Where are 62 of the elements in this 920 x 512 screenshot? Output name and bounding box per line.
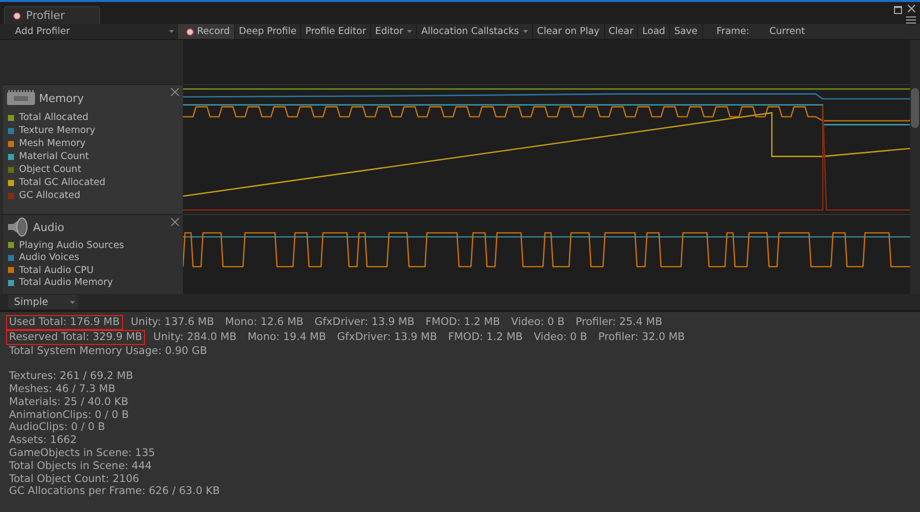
legend-label: Playing Audio Sources xyxy=(19,240,124,251)
module-title: Memory xyxy=(39,92,84,104)
scrollbar[interactable] xyxy=(910,40,920,294)
memory-stat: GfxDriver: 13.9 MB xyxy=(313,315,416,330)
memory-stat: Materials: 25 / 40.0 KB xyxy=(9,396,130,409)
maximize-icon[interactable] xyxy=(894,6,902,14)
profiler-module-panel[interactable]: Memory Total Allocated Texture Memory Mesh Memory Material Count Object Count Total GC Allocated GC Allocated xyxy=(0,84,183,214)
close-icon[interactable] xyxy=(171,88,179,96)
stopwatch-icon xyxy=(13,12,21,20)
stopwatch-icon xyxy=(186,28,194,36)
caret-icon xyxy=(70,300,75,304)
profiler-tab[interactable]: Profiler xyxy=(4,6,100,24)
legend-label: Audio Voices xyxy=(19,252,80,264)
memory-stat: Total Object Count: 2106 xyxy=(9,472,140,486)
caret-icon xyxy=(169,30,174,33)
module-title: Audio xyxy=(33,220,64,234)
memory-stat: Profiler: 25.4 MB xyxy=(574,315,664,330)
memory-stat: Assets: 1662 xyxy=(9,434,78,447)
memory-stat: Mono: 12.6 MB xyxy=(224,315,304,330)
frame-label: Frame: xyxy=(716,26,750,37)
legend-label: Total GC Allocated xyxy=(19,177,106,188)
toolbar-button[interactable]: Clear xyxy=(604,24,638,39)
memory-stat: Textures: 261 / 69.2 MB xyxy=(9,370,134,383)
memory-stat: AnimationClips: 0 / 0 B xyxy=(9,408,130,422)
legend-label: Total Audio CPU xyxy=(19,264,94,276)
close-icon[interactable] xyxy=(171,218,179,226)
memory-stat: Unity: 284.0 MB xyxy=(152,330,238,345)
frame-value: Current xyxy=(768,26,806,37)
memory-stat: Video: 0 B xyxy=(532,330,588,345)
memory-stat: Used Total: 176.9 MB xyxy=(6,315,123,330)
legend-label: Texture Memory xyxy=(19,125,96,136)
memory-stat: FMOD: 1.2 MB xyxy=(424,315,502,330)
memory-stat: GfxDriver: 13.9 MB xyxy=(336,330,438,345)
record-button[interactable]: Record xyxy=(178,24,235,39)
memory-stat: Total System Memory Usage: 0.90 GB xyxy=(9,344,208,358)
memory-stat: Profiler: 32.0 MB xyxy=(597,330,686,345)
chip-icon xyxy=(6,89,36,107)
profiler-module-panel[interactable]: Audio Playing Audio Sources Audio Voices Total Audio CPU Total Audio Memory xyxy=(0,214,183,294)
caret-icon xyxy=(523,30,528,33)
memory-stat: AudioClips: 0 / 0 B xyxy=(9,421,106,434)
memory-stat: Total Objects in Scene: 444 xyxy=(9,460,153,473)
memory-stat: Reserved Total: 329.9 MB xyxy=(6,330,146,345)
menu-icon[interactable] xyxy=(906,16,916,24)
legend-label: Total Audio Memory xyxy=(19,277,113,288)
tab-title: Profiler xyxy=(26,9,65,22)
legend-label: Total Allocated xyxy=(19,112,88,123)
legend-label: Mesh Memory xyxy=(19,138,86,149)
memory-stat: GC Allocations per Frame: 626 / 63.0 KB xyxy=(9,485,221,498)
memory-stat: Video: 0 B xyxy=(510,315,566,330)
memory-stat: GameObjects in Scene: 135 xyxy=(9,446,156,460)
close-icon[interactable] xyxy=(907,4,916,13)
memory-stat: Meshes: 46 / 7.3 MB xyxy=(9,382,116,396)
memory-stat: Unity: 137.6 MB xyxy=(130,315,216,330)
legend-label: Material Count xyxy=(19,151,89,162)
add-profiler-dropdown[interactable]: Add Profiler xyxy=(0,24,178,39)
legend-label: GC Allocated xyxy=(19,190,80,201)
speaker-icon xyxy=(6,216,30,238)
memory-stat: FMOD: 1.2 MB xyxy=(447,330,524,345)
memory-stat: Mono: 19.4 MB xyxy=(246,330,328,345)
caret-icon xyxy=(407,30,412,33)
view-mode-dropdown[interactable]: Simple xyxy=(8,295,78,309)
legend-label: Object Count xyxy=(19,164,82,175)
